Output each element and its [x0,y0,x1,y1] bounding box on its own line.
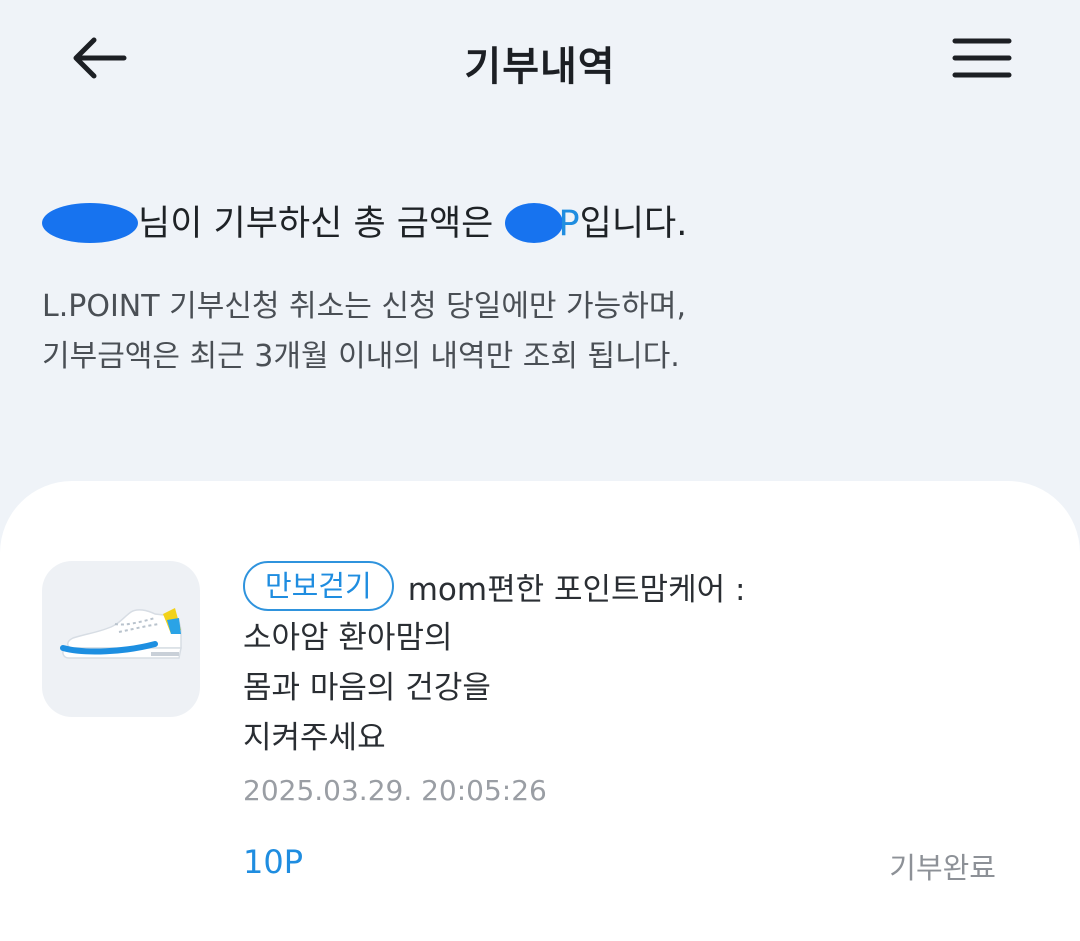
notice-text: L.POINT 기부신청 취소는 신청 당일에만 가능하며, 기부금액은 최근 … [42,282,1042,382]
donation-date: 2025.03.29. 20:05:26 [243,774,547,807]
summary-end: 입니다. [579,204,688,244]
page-title: 기부내역 [464,44,616,90]
donation-title-line: 소아암 환아맘의 [243,620,453,656]
notice-line-1: L.POINT 기부신청 취소는 신청 당일에만 가능하며, [42,289,686,324]
hamburger-menu-icon [952,38,1012,78]
donation-total-summary: 님이 기부하신 총 금액은 P입니다. [42,200,1042,248]
app-header: 기부내역 [0,0,1080,120]
donation-list-card: 만보걷기 mom편한 포인트맘케어 : 소아암 환아맘의 몸과 마음의 건강을 지… [0,481,1080,941]
donated-points: 10P [243,843,304,881]
donation-title: mom편한 포인트맘케어 : [407,571,746,608]
menu-button[interactable] [946,30,1018,86]
sneaker-icon [60,608,182,659]
redacted-amount [504,203,563,243]
donation-status: 기부완료 [889,851,996,885]
donation-item-details: 만보걷기 mom편한 포인트맘케어 : 소아암 환아맘의 몸과 마음의 건강을 지… [243,561,1043,811]
donation-title-line: 지켜주세요 [243,720,386,756]
redacted-user-name [42,203,138,243]
summary-text: 님이 기부하신 총 금액은 [138,204,505,244]
donation-thumbnail [42,561,200,717]
category-tag: 만보걷기 [243,561,394,611]
donation-title-line: 몸과 마음의 건강을 [243,670,491,706]
amount-unit: P [558,204,580,244]
notice-line-2: 기부금액은 최근 3개월 이내의 내역만 조회 됩니다. [42,339,680,374]
